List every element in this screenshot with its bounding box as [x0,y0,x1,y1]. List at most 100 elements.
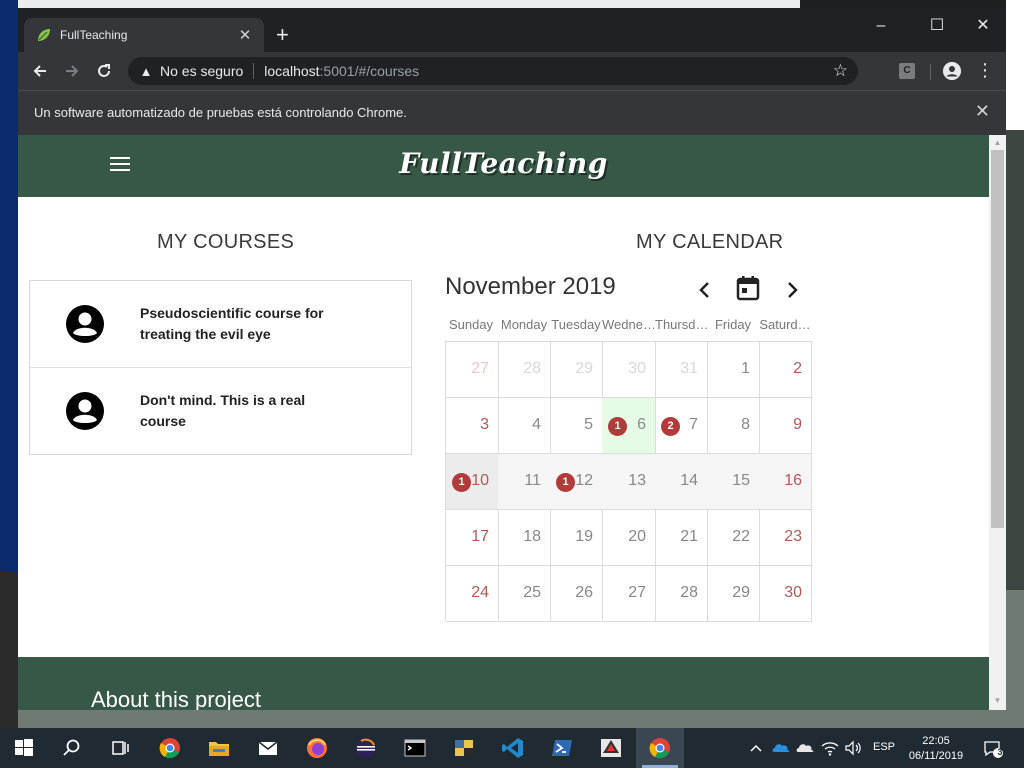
calendar-day-cell[interactable]: 18 [498,510,551,566]
calendar-day-cell[interactable]: 8 [707,398,760,454]
calendar-day-cell[interactable]: 16 [759,454,812,510]
day-header: Monday [500,317,548,332]
calendar-day-cell[interactable]: 19 [550,510,603,566]
tray-chevron-icon[interactable] [746,738,766,758]
terminal-icon[interactable] [403,736,427,760]
firefox-icon[interactable] [305,736,329,760]
calendar-day-cell[interactable]: 29 [707,566,760,622]
course-item[interactable]: Pseudoscientific course for treating the… [30,281,411,368]
close-window-button[interactable]: ✕ [960,16,1006,36]
bookmark-star-icon[interactable]: ☆ [833,61,848,81]
calendar-day-cell[interactable]: 28 [498,342,551,398]
new-tab-button[interactable]: + [276,22,289,48]
vscode-icon[interactable] [501,736,525,760]
profile-avatar-icon[interactable] [943,62,961,80]
calendar-today-icon[interactable] [736,275,760,301]
security-label[interactable]: No es seguro [160,63,243,79]
clock-date: 06/11/2019 [908,750,964,762]
calendar-day-cell[interactable]: 61 [602,398,656,454]
calendar-day-number: 18 [523,528,541,545]
scroll-thumb[interactable] [991,150,1004,528]
scroll-down-arrow-icon[interactable]: ▼ [989,695,1006,707]
scroll-up-arrow-icon[interactable]: ▲ [989,137,1006,149]
start-icon[interactable] [12,736,36,760]
calendar-day-cell[interactable]: 28 [655,566,708,622]
calendar-day-cell[interactable]: 12 1 [550,454,603,510]
calendar-day-cell[interactable]: 22 [707,510,760,566]
calendar-day-number: 3 [480,416,489,433]
inkscape-icon[interactable] [599,736,623,760]
calendar-day-cell[interactable]: 3 [446,398,499,454]
infobar-text: Un software automatizado de pruebas está… [34,105,407,120]
calendar-day-cell[interactable]: 15 [707,454,760,510]
account-circle-icon [66,392,104,430]
windows-taskbar: ESP 22:05 06/11/2019 3 [0,728,1024,768]
calendar-next-chevron-icon[interactable] [780,278,804,302]
calendar-day-cell[interactable]: 29 [550,342,603,398]
my-calendar-title: MY CALENDAR [636,231,784,253]
calendar-day-cell[interactable]: 9 [759,398,812,454]
calendar-day-cell[interactable]: 13 [602,454,656,510]
file-explorer-icon[interactable] [207,736,231,760]
extension-icon[interactable]: C [899,63,915,79]
calendar-day-number: 24 [471,584,489,601]
calendar-day-cell[interactable]: 17 [446,510,499,566]
infobar-close-icon[interactable]: ✕ [975,101,990,122]
reload-icon[interactable] [94,61,114,81]
calendar-day-number: 28 [523,360,541,377]
calendar-day-number: 4 [532,416,541,433]
eclipse-icon[interactable] [354,736,378,760]
calendar-day-cell[interactable]: 27 [602,566,656,622]
onedrive-icon[interactable] [771,738,791,758]
language-indicator[interactable]: ESP [873,741,895,753]
minimize-button[interactable]: – [858,16,904,36]
calendar-day-cell[interactable]: 24 [446,566,499,622]
chrome-icon[interactable] [158,736,182,760]
tab-title: FullTeaching [60,28,128,42]
task-view-icon[interactable] [108,736,132,760]
calendar-day-cell[interactable]: 72 [655,398,708,454]
calendar-prev-chevron-icon[interactable] [693,278,717,302]
calendar-day-cell[interactable]: 23 [759,510,812,566]
calendar-day-cell[interactable]: 2 [759,342,812,398]
address-bar[interactable]: ▲ No es seguro localhost:5001/#/courses … [128,57,858,85]
calendar-day-cell[interactable]: 5 [550,398,603,454]
background-window-edge-right-dark [1006,130,1024,590]
maximize-button[interactable]: ☐ [914,16,960,36]
tab-fullteaching[interactable]: FullTeaching ✕ [24,18,264,52]
python-icon[interactable] [452,736,476,760]
calendar-day-cell[interactable]: 25 [498,566,551,622]
calendar-day-cell[interactable]: 31 [655,342,708,398]
back-arrow-icon[interactable] [30,61,50,81]
app-header: FullTeaching [18,135,989,197]
calendar-day-cell[interactable]: 30 [759,566,812,622]
menu-dots-icon[interactable]: ⋮ [976,60,994,80]
powershell-icon[interactable] [550,736,574,760]
calendar-day-cell[interactable]: 27 [446,342,499,398]
tab-close-icon[interactable]: ✕ [236,26,254,44]
calendar-day-cell[interactable]: 30 [602,342,656,398]
wifi-icon[interactable] [820,738,840,758]
calendar-day-cell[interactable]: 1 [707,342,760,398]
cloud-icon[interactable] [795,738,815,758]
calendar-day-cell[interactable]: 14 [655,454,708,510]
calendar-day-cell[interactable]: 11 [498,454,551,510]
calendar-day-number: 16 [784,472,802,489]
calendar-day-cell[interactable]: 4 [498,398,551,454]
calendar-day-cell[interactable]: 20 [602,510,656,566]
volume-icon[interactable] [843,738,863,758]
calendar-day-cell[interactable]: 26 [550,566,603,622]
mail-icon[interactable] [256,736,280,760]
search-icon[interactable] [60,736,84,760]
chrome-active-icon[interactable] [648,736,672,760]
course-item[interactable]: Don't mind. This is a real course [30,368,411,454]
brand-logo[interactable]: FullTeaching [18,147,989,180]
forward-arrow-icon[interactable] [62,61,82,81]
calendar-day-cell[interactable]: 21 [655,510,708,566]
calendar-day-number: 27 [628,584,646,601]
notification-icon[interactable]: 3 [982,738,1004,760]
session-count-badge: 1 [556,473,575,492]
page-scrollbar[interactable]: ▲ ▼ [989,135,1006,710]
clock[interactable]: 22:05 06/11/2019 [900,734,972,764]
calendar-day-cell[interactable]: 10 1 [446,454,499,510]
